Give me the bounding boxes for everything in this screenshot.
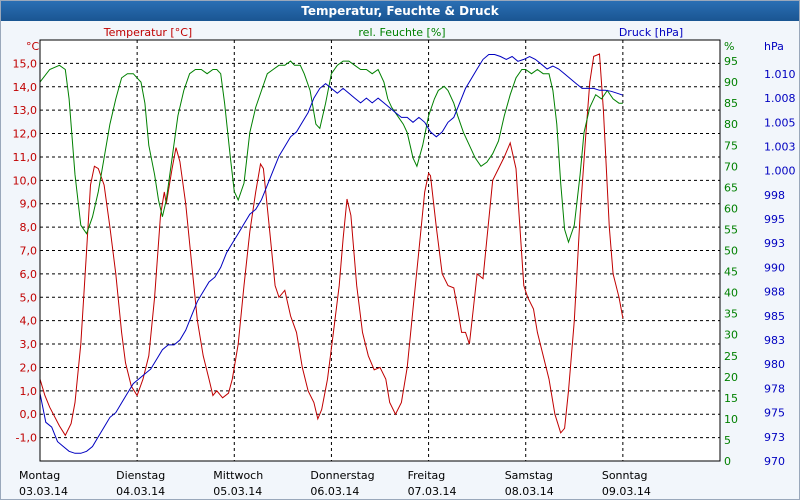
x-date-label: 06.03.14 xyxy=(310,485,359,498)
temperature-unit-label: °C xyxy=(26,40,40,53)
temperature-axis-ticks: -1,0 0,0 1,0 2,0 3,0 4,0 5,0 6,0 7,0 8,0 9,0 10,0 11… xyxy=(13,57,38,444)
pressure-tick-label: 1.008 xyxy=(764,92,796,105)
humidity-tick-label: 70 xyxy=(724,160,738,173)
temperature-tick-label: 6,0 xyxy=(20,268,38,281)
temperature-tick-label: 14,0 xyxy=(13,81,38,94)
pressure-tick-label: 1.010 xyxy=(764,68,796,81)
temperature-tick-label: 11,0 xyxy=(13,151,38,164)
humidity-tick-label: 75 xyxy=(724,139,738,152)
chart-svg: -1,0 0,0 1,0 2,0 3,0 4,0 5,0 6,0 7,0 8,0 9,0 10,0 11… xyxy=(13,26,796,498)
humidity-tick-label: 65 xyxy=(724,181,738,194)
pressure-tick-label: 1.000 xyxy=(764,165,796,178)
temperature-tick-label: 7,0 xyxy=(20,245,38,258)
temperature-tick-label: 4,0 xyxy=(20,315,38,328)
pressure-tick-label: 1.005 xyxy=(764,116,796,129)
pressure-axis-label: Druck [hPa] xyxy=(619,26,683,39)
x-day-label: Dienstag xyxy=(116,469,165,482)
x-day-label: Freitag xyxy=(408,469,446,482)
pressure-tick-label: 998 xyxy=(764,189,785,202)
humidity-tick-label: 20 xyxy=(724,371,738,384)
temperature-tick-label: -1,0 xyxy=(16,432,37,445)
humidity-tick-label: 85 xyxy=(724,97,738,110)
pressure-tick-label: 973 xyxy=(764,431,785,444)
humidity-tick-label: 5 xyxy=(724,434,731,447)
pressure-tick-label: 990 xyxy=(764,261,785,274)
temperature-tick-label: 15,0 xyxy=(13,57,38,70)
humidity-axis-ticks: 0 5 10 15 20 25 30 35 40 45 50 55 60 65 70 75 80 85 90 95 xyxy=(724,55,738,468)
pressure-tick-label: 988 xyxy=(764,286,785,299)
temperature-tick-label: 10,0 xyxy=(13,174,38,187)
humidity-tick-label: 10 xyxy=(724,413,738,426)
humidity-axis-label: rel. Feuchte [%] xyxy=(358,26,445,39)
x-date-label: 08.03.14 xyxy=(505,485,554,498)
x-day-label: Mittwoch xyxy=(213,469,263,482)
humidity-tick-label: 30 xyxy=(724,329,738,342)
temperature-tick-label: 13,0 xyxy=(13,104,38,117)
pressure-tick-label: 993 xyxy=(764,237,785,250)
pressure-unit-label: hPa xyxy=(764,40,784,53)
temperature-tick-label: 0,0 xyxy=(20,408,38,421)
pressure-tick-label: 975 xyxy=(764,407,785,420)
temperature-tick-label: 1,0 xyxy=(20,385,38,398)
pressure-tick-label: 978 xyxy=(764,382,785,395)
pressure-tick-label: 970 xyxy=(764,455,785,468)
temperature-tick-label: 5,0 xyxy=(20,291,38,304)
temperature-tick-label: 3,0 xyxy=(20,338,38,351)
x-axis-day-labels: Montag 03.03.14 Dienstag 04.03.14 Mittwoch 05… xyxy=(19,469,651,498)
humidity-tick-label: 60 xyxy=(724,202,738,215)
temperature-tick-label: 12,0 xyxy=(13,128,38,141)
pressure-tick-label: 980 xyxy=(764,358,785,371)
x-date-label: 03.03.14 xyxy=(19,485,68,498)
humidity-unit-label: % xyxy=(724,40,734,53)
pressure-tick-label: 995 xyxy=(764,213,785,226)
x-day-label: Montag xyxy=(19,469,60,482)
x-date-label: 09.03.14 xyxy=(602,485,651,498)
temperature-tick-label: 2,0 xyxy=(20,361,38,374)
x-date-label: 07.03.14 xyxy=(408,485,457,498)
humidity-tick-label: 15 xyxy=(724,392,738,405)
temperature-tick-label: 8,0 xyxy=(20,221,38,234)
pressure-tick-label: 1.003 xyxy=(764,140,796,153)
humidity-tick-label: 35 xyxy=(724,308,738,321)
humidity-tick-label: 90 xyxy=(724,76,738,89)
humidity-tick-label: 95 xyxy=(724,55,738,68)
pressure-axis-ticks: 970 973 975 978 980 983 985 988 990 993 995 998 1.00… xyxy=(764,68,796,468)
temperature-axis-label: Temperatur [°C] xyxy=(103,26,192,39)
humidity-tick-label: 40 xyxy=(724,287,738,300)
humidity-tick-label: 25 xyxy=(724,350,738,363)
humidity-tick-label: 80 xyxy=(724,118,738,131)
temperature-tick-label: 9,0 xyxy=(20,198,38,211)
humidity-tick-label: 0 xyxy=(724,455,731,468)
humidity-tick-label: 45 xyxy=(724,266,738,279)
pressure-tick-label: 983 xyxy=(764,334,785,347)
x-day-label: Donnerstag xyxy=(310,469,374,482)
x-day-label: Samstag xyxy=(505,469,553,482)
humidity-tick-label: 50 xyxy=(724,245,738,258)
humidity-tick-label: 55 xyxy=(724,223,738,236)
pressure-tick-label: 985 xyxy=(764,310,785,323)
x-day-label: Sonntag xyxy=(602,469,648,482)
x-date-label: 05.03.14 xyxy=(213,485,262,498)
x-date-label: 04.03.14 xyxy=(116,485,165,498)
